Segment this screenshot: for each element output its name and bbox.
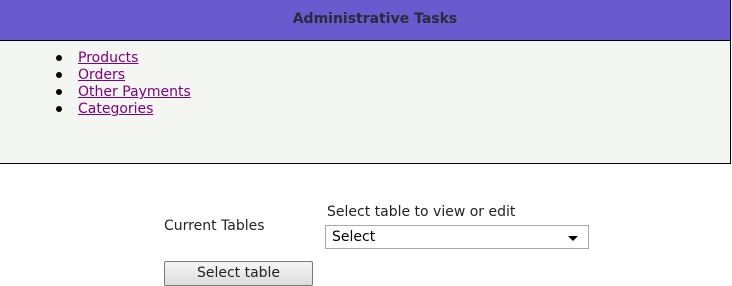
select-table-button[interactable]: Select table xyxy=(164,261,313,286)
admin-tasks-panel: Administrative Tasks Products Orders Oth… xyxy=(0,0,731,164)
products-link[interactable]: Products xyxy=(78,50,138,66)
bullet-icon xyxy=(56,72,62,78)
task-list: Products Orders Other Payments Categorie… xyxy=(56,50,191,118)
select-table-caption: Select table to view or edit xyxy=(327,204,516,220)
other-payments-link[interactable]: Other Payments xyxy=(78,84,191,100)
admin-tasks-header: Administrative Tasks xyxy=(0,0,730,41)
list-item: Products xyxy=(56,50,191,67)
list-item: Categories xyxy=(56,101,191,118)
orders-link[interactable]: Orders xyxy=(78,67,125,83)
bullet-icon xyxy=(56,89,62,95)
list-item: Other Payments xyxy=(56,84,191,101)
selected-value: Select xyxy=(332,229,376,245)
table-select-dropdown[interactable]: Select xyxy=(325,225,589,249)
chevron-down-icon xyxy=(568,236,578,241)
categories-link[interactable]: Categories xyxy=(78,101,153,117)
bullet-icon xyxy=(56,55,62,61)
list-item: Orders xyxy=(56,67,191,84)
table-select-form: Current Tables Select table to view or e… xyxy=(0,164,732,286)
bullet-icon xyxy=(56,106,62,112)
current-tables-label: Current Tables xyxy=(164,218,265,234)
